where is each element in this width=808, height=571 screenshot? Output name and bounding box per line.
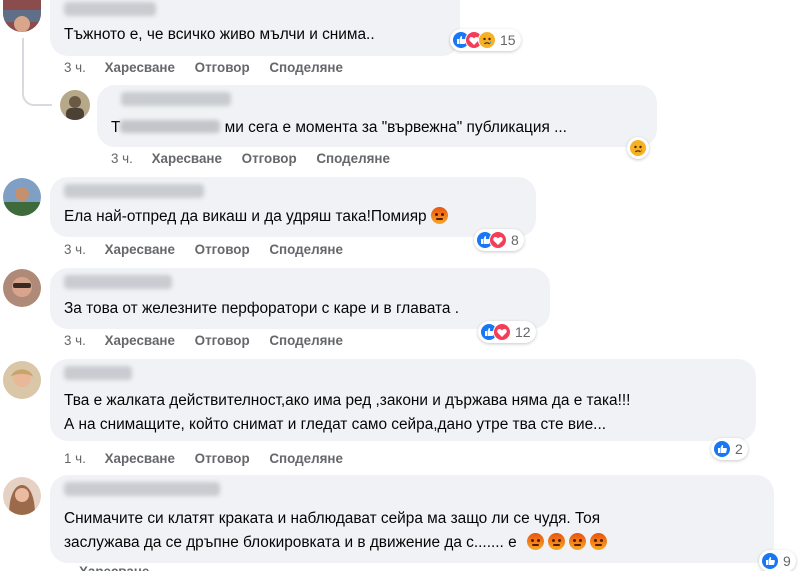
- reactions-summary[interactable]: [627, 137, 649, 159]
- comment-text: Ела най-отпред да викаш и да удряш така!…: [64, 207, 448, 227]
- love-icon: [489, 231, 507, 249]
- sad-icon: [629, 139, 647, 157]
- avatar[interactable]: [3, 0, 41, 32]
- angry-emoji-icon: [589, 533, 607, 550]
- comment-actions: 3 ч. Харесване Отговор Споделяне: [64, 333, 359, 348]
- share-button[interactable]: Споделяне: [269, 451, 343, 466]
- reactions-summary[interactable]: 9: [759, 550, 796, 571]
- comment-time[interactable]: 1 ч.: [64, 451, 86, 466]
- comment-time[interactable]: 3 ч.: [64, 60, 86, 75]
- reply-button[interactable]: Отговор: [195, 60, 250, 75]
- reply-button[interactable]: Отговор: [195, 333, 250, 348]
- comment-author-redacted[interactable]: [64, 482, 220, 496]
- comment-text-line-2: А на снимащите, който снимат и гледат са…: [64, 416, 607, 433]
- reaction-count: 15: [500, 32, 516, 48]
- reply-button[interactable]: Отговор: [195, 451, 250, 466]
- comment-bubble: Ела най-отпред да викаш и да удряш така!…: [50, 177, 536, 237]
- avatar[interactable]: [3, 361, 41, 399]
- comment-text-body: заслужава да се дръпне блокировката и в …: [64, 534, 517, 551]
- avatar[interactable]: [3, 269, 41, 307]
- comment-text-body: Ела най-отпред да викаш и да удряш така!…: [64, 208, 427, 225]
- like-icon: [761, 552, 779, 570]
- like-button[interactable]: Харесване: [79, 564, 149, 571]
- comment-text-line-2: заслужава да се дръпне блокировката и в …: [64, 533, 607, 553]
- reaction-count: 9: [783, 553, 791, 569]
- comment-text-suffix: ми сега е момента за "вървежна" публикац…: [220, 119, 567, 136]
- comment-bubble: Тъжното е, че всичко живо мълчи и снима.…: [50, 0, 460, 56]
- thread-connector: [22, 38, 24, 90]
- comment-text-line-1: Снимачите си клатят краката и наблюдават…: [64, 510, 601, 527]
- comment-author-redacted[interactable]: [64, 2, 156, 16]
- comment-actions: 1 ч. Харесване Отговор Споделяне: [64, 451, 359, 466]
- share-button[interactable]: Споделяне: [269, 60, 343, 75]
- reactions-summary[interactable]: 8: [474, 229, 524, 251]
- reaction-count: 12: [515, 324, 531, 340]
- comment-author-redacted[interactable]: [64, 366, 132, 380]
- share-button[interactable]: Споделяне: [269, 333, 343, 348]
- comment-text-prefix: Т: [111, 119, 121, 136]
- avatar[interactable]: [60, 90, 90, 120]
- angry-emoji-icon: [547, 533, 565, 550]
- comment-bubble: Т ми сега е момента за "вървежна" публик…: [97, 85, 657, 147]
- like-button[interactable]: Харесване: [105, 451, 175, 466]
- reactions-summary[interactable]: 12: [478, 321, 536, 343]
- angry-emoji-icon: [430, 207, 448, 224]
- avatar[interactable]: [3, 178, 41, 216]
- reaction-count: 8: [511, 232, 519, 248]
- reactions-summary[interactable]: 2: [711, 438, 748, 460]
- share-button[interactable]: Споделяне: [269, 242, 343, 257]
- sad-icon: [478, 31, 496, 49]
- comment-actions-partial: Харесване: [64, 564, 165, 571]
- like-button[interactable]: Харесване: [105, 60, 175, 75]
- like-icon: [713, 440, 731, 458]
- comment-text: Тъжното е, че всичко живо мълчи и снима.…: [64, 26, 375, 43]
- comment-time[interactable]: 3 ч.: [64, 333, 86, 348]
- comment-time[interactable]: 3 ч.: [64, 242, 86, 257]
- reaction-count: 2: [735, 441, 743, 457]
- comment-text: За това от железните перфоратори с каре …: [64, 300, 460, 317]
- comment-actions: 3 ч. Харесване Отговор Споделяне: [64, 242, 359, 257]
- comment-author-redacted[interactable]: [64, 184, 204, 198]
- angry-emoji-icon: [526, 533, 544, 550]
- reactions-summary[interactable]: 15: [450, 29, 521, 51]
- reply-button[interactable]: Отговор: [195, 242, 250, 257]
- angry-emoji-icon: [568, 533, 586, 550]
- comment-text-line-1: Тва е жалката действителност,ако има ред…: [64, 392, 631, 409]
- like-button[interactable]: Харесване: [105, 242, 175, 257]
- share-button[interactable]: Споделяне: [316, 151, 390, 166]
- comment-actions: 3 ч. Харесване Отговор Споделяне: [111, 151, 406, 166]
- comment-bubble: Снимачите си клатят краката и наблюдават…: [50, 475, 774, 563]
- like-button[interactable]: Харесване: [152, 151, 222, 166]
- avatar[interactable]: [3, 477, 41, 515]
- comment-time[interactable]: 3 ч.: [111, 151, 133, 166]
- comment-bubble: За това от железните перфоратори с каре …: [50, 268, 550, 329]
- comment-author-redacted[interactable]: [64, 275, 172, 289]
- mention-redacted[interactable]: [120, 120, 221, 133]
- comment-author-redacted[interactable]: [121, 92, 231, 106]
- like-button[interactable]: Харесване: [105, 333, 175, 348]
- comment-bubble: Тва е жалката действителност,ако има ред…: [50, 359, 756, 441]
- thread-connector-curve: [22, 84, 52, 106]
- comment-actions: 3 ч. Харесване Отговор Споделяне: [64, 60, 359, 75]
- comment-text: Т ми сега е момента за "вървежна" публик…: [111, 118, 567, 138]
- reply-button[interactable]: Отговор: [242, 151, 297, 166]
- love-icon: [493, 323, 511, 341]
